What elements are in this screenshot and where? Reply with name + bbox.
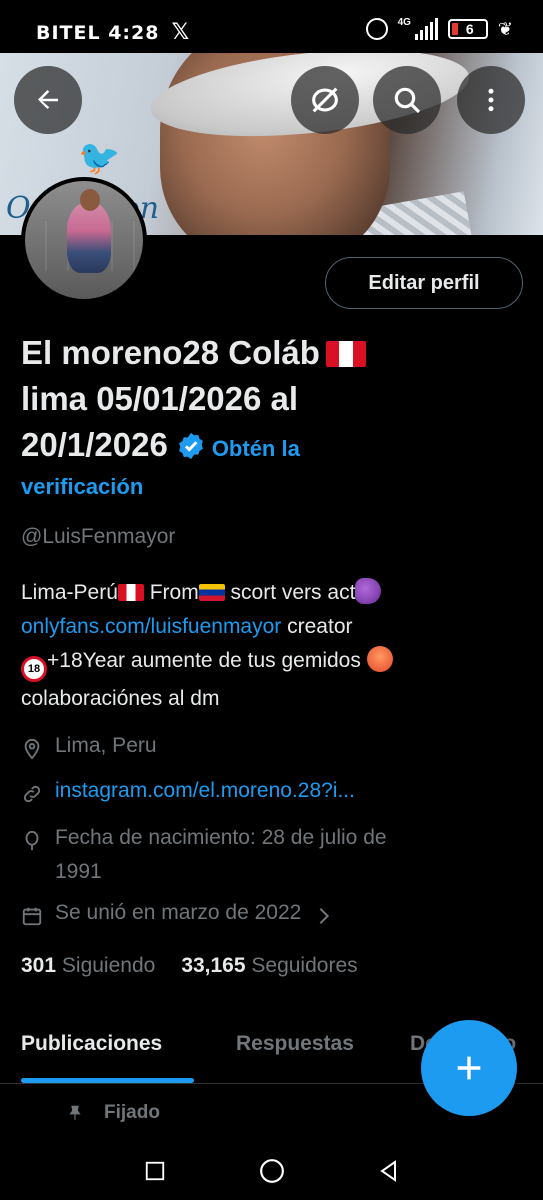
search-button[interactable] — [373, 66, 441, 134]
location-row: Lima, Peru — [21, 734, 157, 761]
battery-fill — [451, 23, 458, 35]
back-button[interactable] — [14, 66, 82, 134]
status-carrier-time: BITEL 4:28 𝕏 — [36, 20, 190, 45]
birthdate-text: Fecha de nacimiento: 28 de julio de 1991 — [55, 821, 387, 889]
search-icon — [394, 87, 421, 114]
pinned-indicator: Fijado — [66, 1102, 160, 1124]
link-icon — [23, 785, 41, 803]
name-line-1: El moreno28 Coláb — [21, 334, 320, 371]
website-link[interactable]: instagram.com/el.moreno.28?i... — [55, 779, 355, 803]
plus-icon — [457, 1056, 481, 1080]
bio-text-2: From — [143, 581, 199, 604]
bio-text-6: colaboraciónes al dm — [21, 687, 220, 710]
avatar-figure — [67, 203, 111, 273]
venezuela-flag-icon — [198, 584, 225, 601]
bio-text-3: scort vers act — [224, 581, 356, 604]
tab-respuestas[interactable]: Respuestas — [236, 1032, 354, 1056]
system-nav-bar — [0, 1142, 543, 1200]
website-row: instagram.com/el.moreno.28?i... — [21, 779, 355, 806]
system-back-button[interactable] — [372, 1154, 406, 1188]
status-icons: 4G 6 ❦ — [365, 16, 513, 40]
battery-icon: 6 — [447, 19, 488, 39]
followers-link[interactable]: 33,165 Seguidores — [181, 954, 357, 978]
battery-level: 6 — [465, 21, 474, 37]
bird-icon: 🐦 — [78, 139, 121, 177]
following-label: Siguiendo — [61, 954, 156, 977]
recents-button[interactable] — [138, 1154, 172, 1188]
avatar[interactable] — [21, 177, 147, 303]
chevron-right-icon — [319, 907, 330, 925]
get-verified-link-cont[interactable]: verificación — [21, 474, 143, 500]
location-text: Lima, Peru — [55, 734, 157, 757]
bio-text-5: +18Year aumente de tus gemidos — [47, 649, 367, 672]
name-line-3: 20/1/2026 — [21, 426, 168, 463]
following-count: 301 — [21, 954, 57, 977]
verified-badge-icon[interactable] — [176, 431, 206, 461]
adults-only-icon: 18 — [21, 656, 47, 682]
birthdate-line-2: 1991 — [55, 860, 102, 883]
get-verified-link[interactable]: Obtén la — [212, 436, 300, 461]
name-line-2: lima 05/01/2026 al — [21, 380, 299, 417]
joined-row[interactable]: Se unió en marzo de 2022 — [21, 901, 335, 928]
display-name: El moreno28 Coláb lima 05/01/2026 al 20/… — [21, 330, 526, 472]
compose-button[interactable] — [421, 1020, 517, 1116]
peru-flag-icon — [325, 341, 366, 367]
balloon-icon — [25, 830, 39, 851]
followers-count: 33,165 — [181, 954, 246, 977]
bio-text-4: creator — [281, 615, 353, 638]
tab-publicaciones[interactable]: Publicaciones — [21, 1032, 162, 1056]
birthdate-row: Fecha de nacimiento: 28 de julio de 1991 — [21, 821, 387, 889]
leaf-icon: ❦ — [497, 18, 513, 39]
more-button[interactable] — [457, 66, 525, 134]
pinned-label: Fijado — [104, 1102, 160, 1123]
signal-icon — [414, 18, 438, 40]
followers-label: Seguidores — [251, 954, 358, 977]
more-vertical-icon — [488, 88, 494, 112]
eggplant-icon — [355, 578, 382, 604]
location-pin-icon — [24, 738, 40, 760]
bio: Lima-Perú From scort vers act onlyfans.c… — [21, 576, 526, 716]
alarm-icon — [365, 18, 388, 40]
peru-flag-icon — [117, 584, 144, 601]
edit-profile-button[interactable]: Editar perfil — [325, 257, 523, 309]
triangle-back-icon — [380, 1160, 396, 1182]
avatar-head — [80, 189, 100, 211]
joined-text: Se unió en marzo de 2022 — [55, 901, 302, 924]
x-logo-icon: 𝕏 — [171, 20, 191, 45]
eye-off-icon — [312, 87, 338, 113]
following-link[interactable]: 301 Siguiendo — [21, 954, 155, 978]
square-icon — [145, 1161, 165, 1181]
hot-face-icon — [366, 646, 393, 672]
home-button[interactable] — [255, 1154, 289, 1188]
birthdate-line-1: Fecha de nacimiento: 28 de julio de — [55, 826, 387, 849]
hide-button[interactable] — [291, 66, 359, 134]
user-handle: @LuisFenmayor — [21, 525, 176, 548]
bio-text-1: Lima-Perú — [21, 581, 118, 604]
circle-icon — [260, 1159, 284, 1183]
carrier-time-text: BITEL 4:28 — [36, 21, 160, 44]
follow-stats: 301 Siguiendo 33,165 Seguidores — [21, 954, 358, 978]
arrow-left-icon — [38, 90, 58, 109]
active-tab-indicator — [21, 1078, 194, 1083]
pin-icon — [69, 1105, 81, 1120]
calendar-icon — [22, 907, 42, 926]
bio-onlyfans-link[interactable]: onlyfans.com/luisfuenmayor — [21, 615, 281, 638]
network-label: 4G — [397, 16, 411, 28]
